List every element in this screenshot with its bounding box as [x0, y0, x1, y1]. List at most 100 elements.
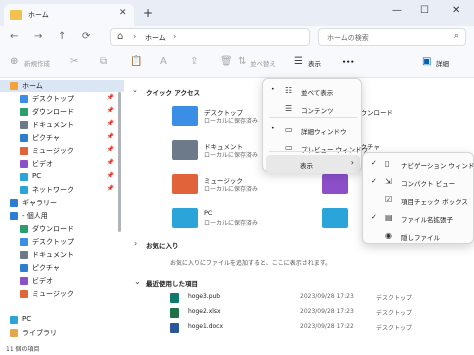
document-icon: [20, 251, 28, 259]
sidebar-item[interactable]: ピクチャ 📌: [0, 132, 124, 144]
sidebar-item[interactable]: ホーム: [0, 80, 124, 92]
quick-access-status: ローカルに保存済み: [204, 152, 259, 159]
delete-icon[interactable]: 🗑: [220, 56, 233, 67]
up-icon[interactable]: ↑: [58, 31, 66, 42]
rename-icon[interactable]: A: [160, 56, 167, 67]
tab-home[interactable]: ホーム ✕: [4, 4, 134, 26]
sidebar-item[interactable]: デスクトップ 📌: [0, 93, 124, 105]
show-menu-label: コンパクト ビュー: [401, 180, 456, 188]
show-menu-item[interactable]: ✓ ▯ ナビゲーション ウィンドウ: [363, 155, 474, 173]
sidebar-item[interactable]: ミュージック 📌: [0, 145, 124, 157]
recent-file-row[interactable]: hoge3.pub 2023/09/28 17:23 デスクトップ: [170, 290, 474, 304]
view-menu-item[interactable]: • ▭ 詳細ウィンドウ: [263, 121, 361, 139]
sidebar-item[interactable]: ビデオ 📌: [0, 158, 124, 170]
sidebar-item[interactable]: ダウンロード: [0, 223, 124, 235]
copy-icon[interactable]: ⧉: [100, 56, 107, 67]
sort-icon: ⇅: [238, 56, 247, 67]
sidebar-item-label: ホーム: [22, 82, 43, 90]
show-menu-label: ファイル名拡張子: [401, 216, 453, 224]
onedrive-icon: [10, 212, 18, 220]
extension-icon: ▤: [385, 213, 393, 222]
address-bar[interactable]: ⌂ › ホーム ›: [110, 28, 310, 46]
search-placeholder: ホームの検索: [327, 34, 369, 42]
back-icon[interactable]: ←: [10, 31, 18, 42]
sidebar-item[interactable]: ダウンロード 📌: [0, 106, 124, 118]
share-icon[interactable]: ⇪: [190, 56, 198, 67]
chevron-right-icon[interactable]: ›: [134, 239, 137, 248]
file-date: 2023/09/28 17:23: [300, 308, 354, 315]
show-menu-item[interactable]: ◉ 隠しファイル: [363, 227, 473, 245]
sidebar-item[interactable]: PC: [0, 314, 124, 326]
minimize-icon[interactable]: —: [392, 5, 402, 16]
file-location: デスクトップ: [376, 325, 413, 332]
pin-icon: 📌: [106, 120, 114, 127]
maximize-icon[interactable]: ☐: [420, 5, 429, 16]
sidebar-item[interactable]: [0, 301, 124, 313]
sidebar-item-label: PC: [32, 172, 42, 180]
view-menu: • ☷ 並べて表示 ☰ コンテンツ • ▭ 詳細ウィンドウ ▭ プレビュー ウィンドウ 表示 ›: [262, 78, 368, 173]
sidebar-item-label: ミュージック: [32, 147, 74, 155]
view-icon: ☰: [294, 56, 303, 67]
file-location: デスクトップ: [376, 310, 413, 317]
sidebar-item[interactable]: - 個人用: [0, 210, 124, 222]
sidebar-scrollbar[interactable]: [118, 92, 121, 232]
recent-file-row[interactable]: hoge2.xlsx 2023/09/28 17:23 デスクトップ: [170, 305, 474, 319]
sidebar-item[interactable]: デスクトップ: [0, 236, 124, 248]
show-menu-label: 隠しファイル: [401, 234, 440, 242]
sidebar-item[interactable]: ドキュメント: [0, 249, 124, 261]
new-tab-icon[interactable]: +: [143, 6, 153, 20]
show-menu-item[interactable]: ☑ 項目チェック ボックス: [363, 191, 473, 209]
sidebar-item[interactable]: ネットワーク 📌: [0, 184, 124, 196]
view-button[interactable]: 表示: [308, 58, 321, 68]
sidebar-item[interactable]: ミュージック: [0, 288, 124, 300]
video-icon: [20, 277, 28, 285]
view-menu-item[interactable]: ☰ コンテンツ: [263, 100, 361, 118]
view-menu-item[interactable]: • ☷ 並べて表示: [263, 82, 361, 100]
chevron-right-icon: ›: [133, 32, 137, 41]
show-menu-item[interactable]: ✓ ▤ ファイル名拡張子: [363, 209, 473, 227]
sidebar-item[interactable]: PC 📌: [0, 171, 124, 183]
view-menu-item[interactable]: 表示 ›: [266, 155, 360, 173]
sidebar-item[interactable]: ドキュメント 📌: [0, 119, 124, 131]
sort-button[interactable]: 並べ替え: [250, 58, 276, 68]
checkmark-icon: ✓: [371, 159, 377, 167]
sidebar-item-label: デスクトップ: [32, 238, 74, 246]
cut-icon[interactable]: ✂: [70, 56, 78, 67]
recent-file-row[interactable]: hoge1.docx 2023/09/28 17:22 デスクトップ: [170, 320, 474, 334]
sidebar-item[interactable]: ピクチャ: [0, 262, 124, 274]
network-icon: [20, 186, 28, 194]
close-window-icon[interactable]: ✕: [452, 5, 460, 16]
gallery-icon: [10, 199, 18, 207]
folder-icon: [10, 10, 22, 20]
sidebar-item-label: - 個人用: [22, 212, 48, 220]
more-button[interactable]: •••: [342, 58, 354, 66]
folder-icon: [172, 208, 198, 228]
chevron-down-icon[interactable]: ⌄: [134, 277, 141, 286]
forward-icon[interactable]: →: [34, 31, 42, 42]
show-menu-item[interactable]: ✓ ⇲ コンパクト ビュー: [363, 173, 473, 191]
sidebar-item[interactable]: ビデオ: [0, 275, 124, 287]
blank-icon: [10, 303, 18, 311]
search-icon: ⌕: [453, 31, 459, 41]
new-button[interactable]: 新規作成: [24, 58, 50, 68]
paste-icon[interactable]: 📋: [130, 56, 142, 67]
recent-title: 最近使用した項目: [146, 280, 198, 288]
chevron-down-icon[interactable]: ⌄: [132, 86, 138, 94]
sidebar-item[interactable]: ギャラリー: [0, 197, 124, 209]
quick-access-item[interactable]: PC ローカルに保存済み: [172, 206, 292, 234]
pin-icon: 📌: [106, 146, 114, 153]
details-button[interactable]: 詳細: [436, 58, 449, 68]
refresh-icon[interactable]: ⟳: [82, 31, 90, 42]
close-tab-icon[interactable]: ✕: [119, 8, 127, 18]
sidebar-item[interactable]: ライブラリ: [0, 327, 124, 339]
sidebar-item-label: ビデオ: [32, 160, 53, 168]
view-menu-label: 表示: [300, 162, 313, 170]
quick-access-status: ローカルに保存済み: [204, 186, 259, 193]
sidebar-item-label: ミュージック: [32, 290, 74, 298]
quick-access-item[interactable]: ミュージック ローカルに保存済み: [172, 172, 292, 200]
sidebar-item-label: PC: [22, 315, 32, 323]
pin-icon: 📌: [106, 185, 114, 192]
view-menu-label: コンテンツ: [301, 107, 334, 115]
menu-separator: [269, 117, 357, 118]
search-box[interactable]: ホームの検索 ⌕: [318, 28, 466, 46]
